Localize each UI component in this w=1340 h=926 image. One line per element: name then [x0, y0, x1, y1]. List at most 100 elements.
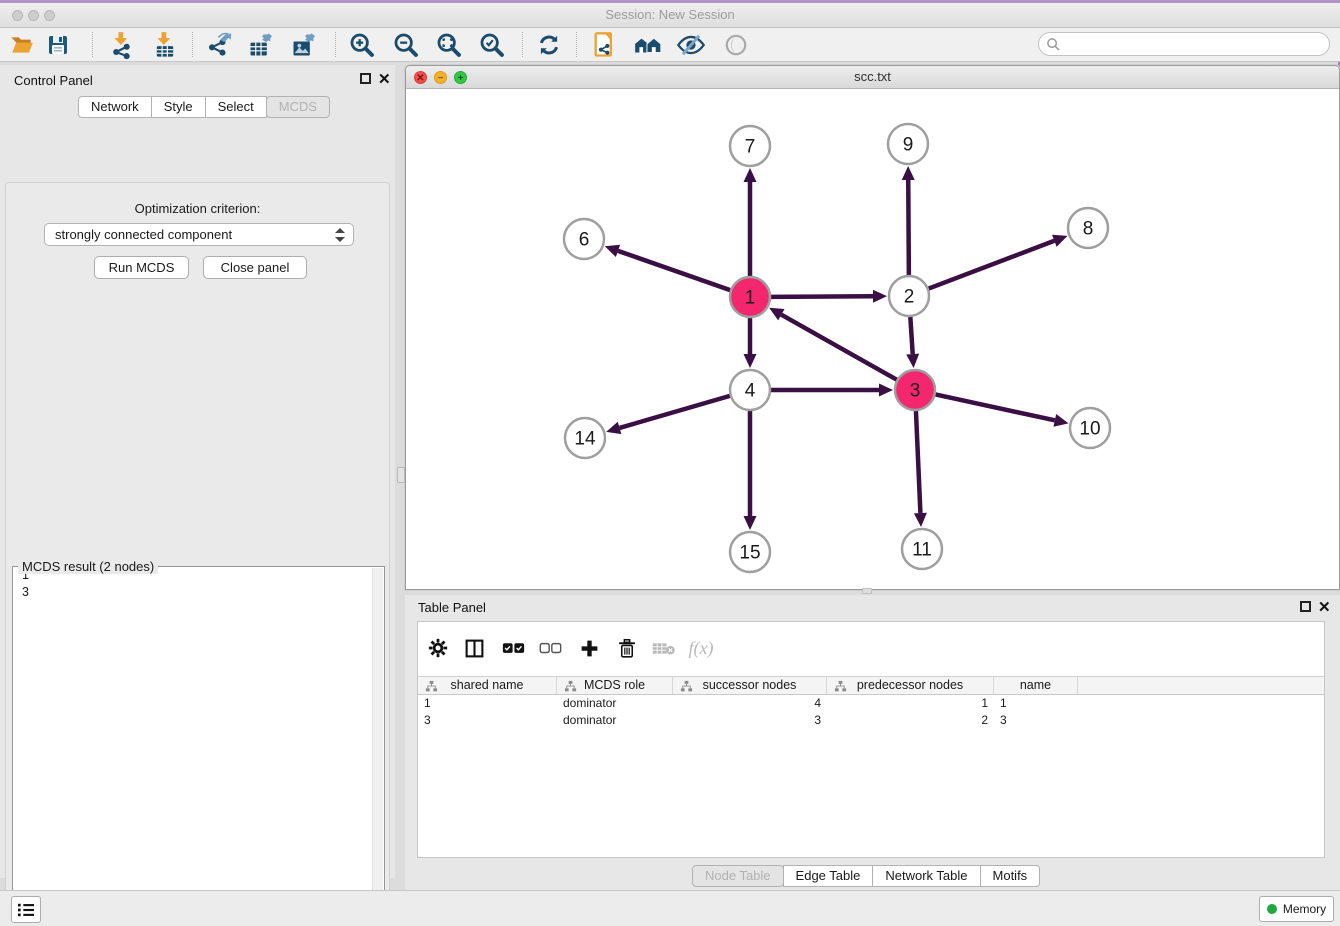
export-network-button[interactable] — [202, 29, 236, 60]
select-all-button[interactable] — [497, 633, 529, 663]
panel-splitter-grip[interactable] — [862, 588, 872, 594]
mcds-result-box[interactable]: MCDS result (2 nodes) 1 3 — [12, 566, 385, 926]
zoom-out-icon — [392, 31, 420, 59]
deselect-all-button[interactable] — [534, 633, 566, 663]
network-maximize-button[interactable]: + — [454, 71, 467, 84]
graph-node-label-7: 7 — [745, 137, 756, 158]
zoom-selected-icon — [478, 31, 506, 59]
hide-panels-button[interactable] — [674, 29, 708, 60]
control-panel-float-button[interactable] — [360, 73, 371, 84]
tab-node-table[interactable]: Node Table — [692, 865, 784, 887]
graph-edge-4-14[interactable] — [620, 396, 730, 428]
graph-edge-2-3[interactable] — [910, 317, 912, 354]
network-minimize-button[interactable]: − — [434, 71, 447, 84]
search-icon — [1046, 37, 1061, 52]
graph-edge-2-8[interactable] — [929, 241, 1055, 289]
gear-icon — [427, 637, 449, 659]
toolbar-separator — [335, 32, 336, 57]
zoom-in-button[interactable] — [345, 29, 379, 60]
import-table-button[interactable] — [148, 29, 182, 60]
export-image-button[interactable] — [287, 29, 321, 60]
memory-label: Memory — [1283, 902, 1326, 916]
window-zoom-button[interactable] — [44, 10, 55, 21]
network-close-button[interactable]: ✕ — [414, 71, 427, 84]
refresh-button[interactable] — [532, 29, 566, 60]
tab-select[interactable]: Select — [205, 96, 267, 118]
task-history-button[interactable] — [11, 896, 41, 923]
zoom-fit-icon — [435, 31, 463, 59]
control-panel-close-button[interactable]: ✕ — [378, 74, 391, 85]
show-panels-button[interactable] — [719, 29, 753, 60]
control-panel-title: Control Panel — [14, 73, 93, 88]
table-row[interactable]: 1 dominator 4 1 1 — [418, 695, 1324, 712]
function-builder-button[interactable]: f(x) — [685, 633, 717, 663]
column-header-mcds-role[interactable]: MCDS role — [557, 677, 673, 694]
window-minimize-button[interactable] — [28, 10, 39, 21]
result-scrollbar[interactable] — [372, 568, 383, 926]
duplicate-network-icon — [591, 31, 619, 59]
delete-column-button[interactable] — [611, 633, 643, 663]
export-table-icon — [247, 31, 275, 59]
network-canvas[interactable]: 7968124314101511 — [406, 89, 1339, 589]
graph-edge-2-9[interactable] — [908, 180, 909, 275]
graph-node-label-14: 14 — [574, 429, 596, 450]
zoom-fit-button[interactable] — [432, 29, 466, 60]
graph-edge-3-11[interactable] — [916, 411, 920, 513]
graph-node-label-15: 15 — [739, 543, 760, 564]
cell-name: 1 — [994, 695, 1078, 712]
table-row[interactable]: 3 dominator 3 2 3 — [418, 712, 1324, 729]
open-session-button[interactable] — [5, 29, 39, 60]
graph-edge-1-2[interactable] — [771, 296, 873, 297]
tab-style[interactable]: Style — [151, 96, 206, 118]
hierarchy-icon — [834, 680, 847, 693]
tab-mcds[interactable]: MCDS — [266, 96, 330, 118]
network-graph[interactable]: 7968124314101511 — [406, 89, 1337, 588]
eye-icon — [723, 33, 749, 57]
mcds-result-title: MCDS result (2 nodes) — [18, 559, 158, 574]
graph-edge-3-10[interactable] — [936, 394, 1055, 420]
close-panel-button[interactable]: Close panel — [203, 256, 307, 279]
zoom-selected-button[interactable] — [475, 29, 509, 60]
memory-button[interactable]: Memory — [1259, 896, 1334, 922]
graph-node-label-4: 4 — [745, 381, 756, 402]
homes-icon — [633, 31, 663, 59]
window-close-button[interactable] — [12, 10, 23, 21]
run-mcds-button[interactable]: Run MCDS — [94, 256, 189, 279]
tab-network[interactable]: Network — [78, 96, 152, 118]
duplicate-network-button[interactable] — [588, 29, 622, 60]
home-layout-button[interactable] — [631, 29, 665, 60]
export-table-button[interactable] — [244, 29, 278, 60]
tab-network-table[interactable]: Network Table — [872, 865, 980, 887]
graph-edge-arrow — [605, 245, 620, 257]
table-settings-button[interactable] — [422, 633, 454, 663]
toolbar-separator — [576, 32, 577, 57]
import-network-button[interactable] — [105, 29, 139, 60]
column-header-predecessor-nodes[interactable]: predecessor nodes — [827, 677, 994, 694]
panel-splitter-grip[interactable] — [397, 467, 405, 483]
save-session-button[interactable] — [41, 29, 75, 60]
toolbar-search — [1038, 32, 1330, 56]
search-input[interactable] — [1065, 34, 1323, 54]
tab-edge-table[interactable]: Edge Table — [783, 865, 874, 887]
zoom-out-button[interactable] — [389, 29, 423, 60]
graph-edge-1-6[interactable] — [618, 251, 730, 290]
cell-mcds-role: dominator — [557, 712, 673, 729]
tab-motifs[interactable]: Motifs — [980, 865, 1041, 887]
criterion-select[interactable]: strongly connected component — [44, 223, 354, 246]
add-column-button[interactable] — [573, 633, 605, 663]
column-header-name[interactable]: name — [994, 677, 1078, 694]
graph-edge-3-1[interactable] — [781, 315, 896, 380]
cell-shared-name: 3 — [418, 712, 557, 729]
column-header-successor-nodes[interactable]: successor nodes — [673, 677, 827, 694]
table-panel-close-button[interactable]: ✕ — [1318, 602, 1331, 613]
graph-node-label-8: 8 — [1083, 219, 1094, 240]
show-columns-button[interactable] — [458, 633, 490, 663]
table-panel-title: Table Panel — [418, 600, 486, 615]
import-network-icon — [108, 31, 136, 59]
delete-table-button[interactable] — [648, 633, 680, 663]
export-image-icon — [290, 31, 318, 59]
zoom-in-icon — [348, 31, 376, 59]
table-panel-float-button[interactable] — [1300, 601, 1311, 612]
graph-node-label-11: 11 — [912, 540, 932, 561]
column-header-shared-name[interactable]: shared name — [418, 677, 557, 694]
